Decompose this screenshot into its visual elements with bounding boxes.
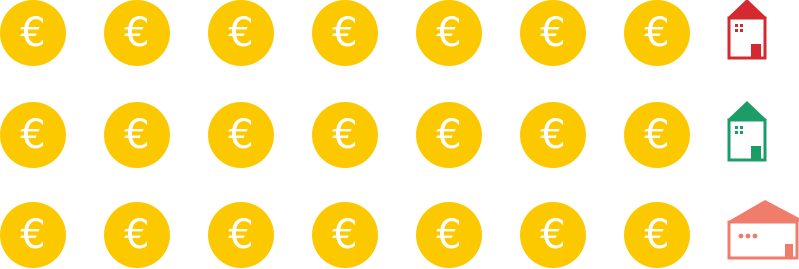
euro-coin-icon: € — [520, 0, 586, 66]
euro-coin-icon: € — [416, 202, 482, 268]
euro-coin-icon: € — [104, 0, 170, 66]
euro-coin-icon: € — [0, 0, 66, 66]
euro-coin-icon: € — [416, 102, 482, 168]
euro-coin-icon: € — [416, 0, 482, 66]
euro-coin-icon: € — [208, 202, 274, 268]
euro-coin-icon: € — [624, 102, 690, 168]
euro-coin-icon: € — [208, 102, 274, 168]
euro-coin-icon: € — [624, 0, 690, 66]
wide-house-icon — [727, 200, 799, 260]
euro-coin-icon: € — [312, 202, 378, 268]
house-icon — [727, 0, 767, 60]
euro-coin-icon: € — [312, 102, 378, 168]
euro-coin-icon: € — [0, 102, 66, 168]
euro-coin-icon: € — [104, 202, 170, 268]
house-icon — [727, 101, 767, 162]
euro-coin-icon: € — [208, 0, 274, 66]
euro-coin-icon: € — [520, 202, 586, 268]
euro-coin-icon: € — [104, 102, 170, 168]
euro-coin-icon: € — [624, 202, 690, 268]
euro-coin-icon: € — [520, 102, 586, 168]
euro-coin-icon: € — [0, 202, 66, 268]
coin-house-grid: € € € € € € € € € € € € € € € € € € € € € — [0, 0, 799, 269]
euro-coin-icon: € — [312, 0, 378, 66]
